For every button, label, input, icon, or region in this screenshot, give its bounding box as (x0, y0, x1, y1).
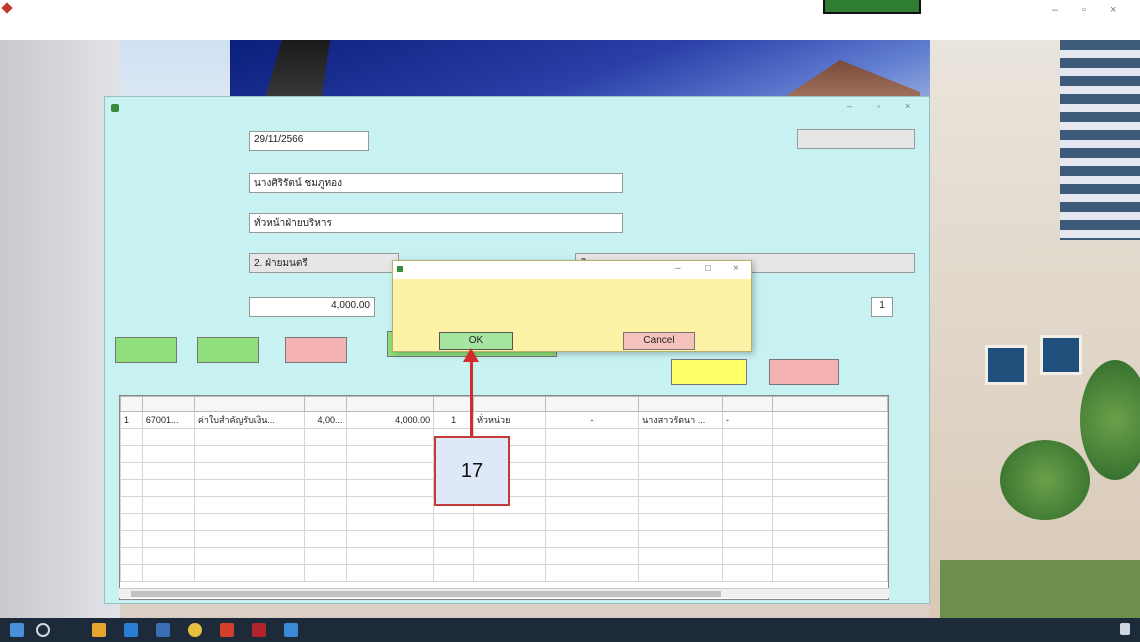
grid-header-cell[interactable] (472, 396, 546, 412)
remove-item-button[interactable] (769, 359, 839, 385)
table-row (120, 530, 888, 548)
grid-header-cell[interactable] (193, 396, 305, 412)
position-field[interactable]: ทั่วหน้าฝ่ายบริหาร (249, 213, 623, 233)
lawn (940, 560, 1140, 618)
search-icon[interactable] (36, 623, 50, 637)
close-icon[interactable]: × (905, 101, 910, 111)
file-explorer-icon[interactable] (92, 623, 106, 637)
grid-header-cell (771, 396, 888, 412)
grid-header-cell[interactable] (433, 396, 474, 412)
cell-receipts: 1 (433, 411, 474, 429)
grid-header-cell[interactable] (722, 396, 773, 412)
close-icon[interactable]: × (1110, 4, 1116, 16)
cell-approver: นางสาวรัตนา ... (638, 411, 724, 429)
chrome-icon[interactable] (188, 623, 202, 637)
dialog-app-icon (397, 266, 403, 272)
maximize-icon[interactable]: □ (705, 263, 711, 274)
cell-amount: 4,000.00 (345, 411, 435, 429)
minimize-icon[interactable]: – (1052, 4, 1058, 16)
tablet-icon[interactable] (284, 623, 298, 637)
close-icon[interactable]: × (733, 263, 739, 274)
minimize-icon[interactable]: – (847, 101, 852, 111)
add-record-button[interactable] (115, 337, 177, 363)
form-app-icon (111, 104, 119, 112)
grid-header-cell[interactable] (345, 396, 435, 412)
taskbar (0, 618, 1140, 642)
building-window (985, 345, 1027, 385)
form-titlebar: – ▫ × (105, 97, 929, 117)
receipt-count-field[interactable]: 1 (871, 297, 893, 317)
scrollbar-thumb[interactable] (131, 591, 721, 597)
ref-number-field[interactable] (797, 129, 915, 149)
cancel-button[interactable]: Cancel (623, 332, 695, 350)
cell-doc-no: 67001... (141, 411, 195, 429)
app-titlebar: – ▫ × (0, 0, 1140, 22)
tree (1000, 440, 1090, 520)
windows-start-icon[interactable] (10, 623, 24, 637)
delete-button[interactable] (285, 337, 347, 363)
grid-header-cell[interactable] (303, 396, 347, 412)
cell-index: 1 (120, 411, 143, 429)
cell-empty (771, 411, 888, 429)
table-row (120, 513, 888, 531)
recipient-field[interactable]: นางศิริรัตน์ ชมภูทอง (249, 173, 623, 193)
department-field[interactable]: 2. ฝ่ายมนตรี (249, 253, 399, 273)
building-left (0, 40, 120, 618)
confirm-dialog: – □ × OK Cancel (392, 260, 752, 352)
grid-header-cell[interactable] (120, 396, 143, 412)
grid-horizontal-scrollbar[interactable] (119, 588, 889, 598)
app-icon (1, 2, 13, 14)
table-row (120, 547, 888, 565)
maximize-icon[interactable]: ▫ (877, 101, 880, 111)
step-number-badge: 17 (434, 436, 510, 506)
grid-header-row (120, 396, 888, 412)
cell-qty: 4,00... (303, 411, 347, 429)
access-icon[interactable] (252, 623, 266, 637)
table-row (120, 564, 888, 582)
dialog-titlebar: – □ × (393, 261, 751, 279)
building-window (1040, 335, 1082, 375)
ie-icon[interactable] (156, 623, 170, 637)
cell-item: ค่าใบสำคัญรับเงิน... (193, 411, 305, 429)
notification-icon[interactable] (1120, 623, 1130, 635)
annotation-arrow (470, 360, 473, 438)
save-button[interactable] (197, 337, 259, 363)
tower (1060, 40, 1140, 240)
amount-field[interactable]: 4,000.00 (249, 297, 375, 317)
table-row[interactable]: 1 67001... ค่าใบสำคัญรับเงิน... 4,00... … (120, 411, 888, 429)
grid-header-cell[interactable] (638, 396, 724, 412)
cell-unit: ทั่วหน่วย (472, 411, 546, 429)
cell-deduct: - (544, 411, 640, 429)
top-green-box (823, 0, 921, 14)
date-field[interactable]: 29/11/2566 (249, 131, 369, 151)
grid-header-cell[interactable] (544, 396, 640, 412)
grid-header-cell[interactable] (141, 396, 195, 412)
edge-icon[interactable] (124, 623, 138, 637)
minimize-icon[interactable]: – (675, 263, 681, 274)
cell-note: - (722, 411, 773, 429)
maximize-icon[interactable]: ▫ (1082, 4, 1086, 16)
app-taskbar-icon[interactable] (220, 623, 234, 637)
add-item-button[interactable] (671, 359, 747, 385)
